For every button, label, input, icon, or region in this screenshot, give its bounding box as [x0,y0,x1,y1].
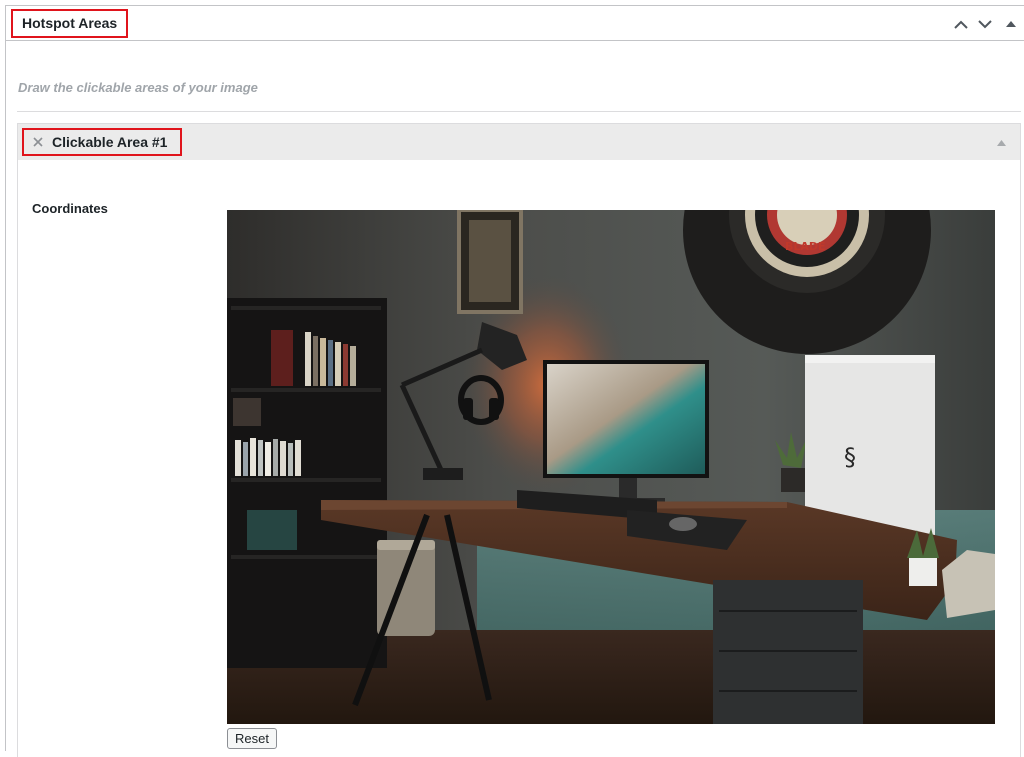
reset-button[interactable]: Reset [227,728,277,749]
move-down-button[interactable] [974,13,996,35]
clickable-area-header[interactable]: Clickable Area #1 [18,124,1020,160]
area-toggle-button[interactable] [994,136,1008,150]
hotspot-areas-metabox: Hotspot Areas Draw the clickable areas o… [5,5,1024,757]
metabox-description: Draw the clickable areas of your image [18,80,258,95]
hotspot-image-canvas[interactable]: BLADE § [227,210,995,724]
dartboard-brand: BLADE [785,240,826,253]
metabox-title: Hotspot Areas [11,9,129,38]
clickable-area-panel: Clickable Area #1 Coordinates BLADE § Re… [17,123,1021,757]
clickable-area-title: Clickable Area #1 [52,134,168,150]
clickable-area-title-box: Clickable Area #1 [22,128,183,156]
caret-up-icon [996,140,1006,146]
caret-up-icon [1006,21,1016,27]
chevron-down-icon [978,19,992,28]
desk-setup-photo: BLADE § [227,210,995,724]
coordinates-label: Coordinates [32,201,108,216]
metabox-header: Hotspot Areas [6,6,1024,41]
svg-text:§: § [844,443,856,471]
chevron-up-icon [954,20,968,29]
divider [17,111,1021,112]
toggle-panel-button[interactable] [1000,13,1022,35]
remove-area-button[interactable] [29,133,47,151]
move-up-button[interactable] [950,13,972,35]
close-icon [33,137,43,147]
